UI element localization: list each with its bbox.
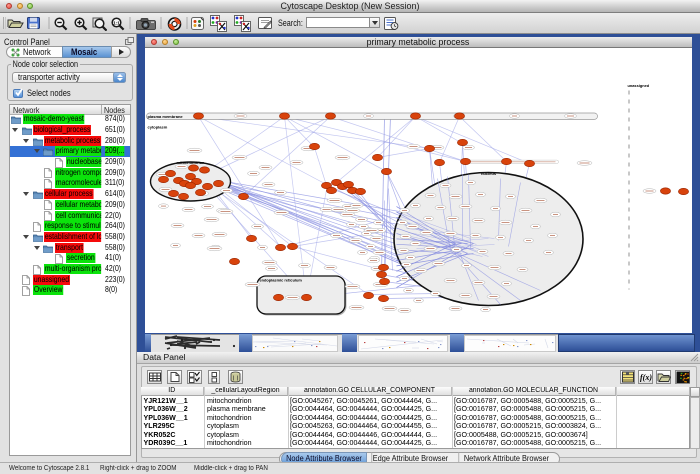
svg-text:nucleus: nucleus [480, 171, 496, 176]
svg-text:unassigned: unassigned [627, 83, 649, 88]
svg-text:f(x): f(x) [640, 373, 652, 382]
svg-text:plasma membrane: plasma membrane [147, 114, 183, 119]
svg-text:endoplasmic reticulum: endoplasmic reticulum [259, 277, 302, 282]
svg-text:cytoplasm: cytoplasm [147, 124, 167, 129]
